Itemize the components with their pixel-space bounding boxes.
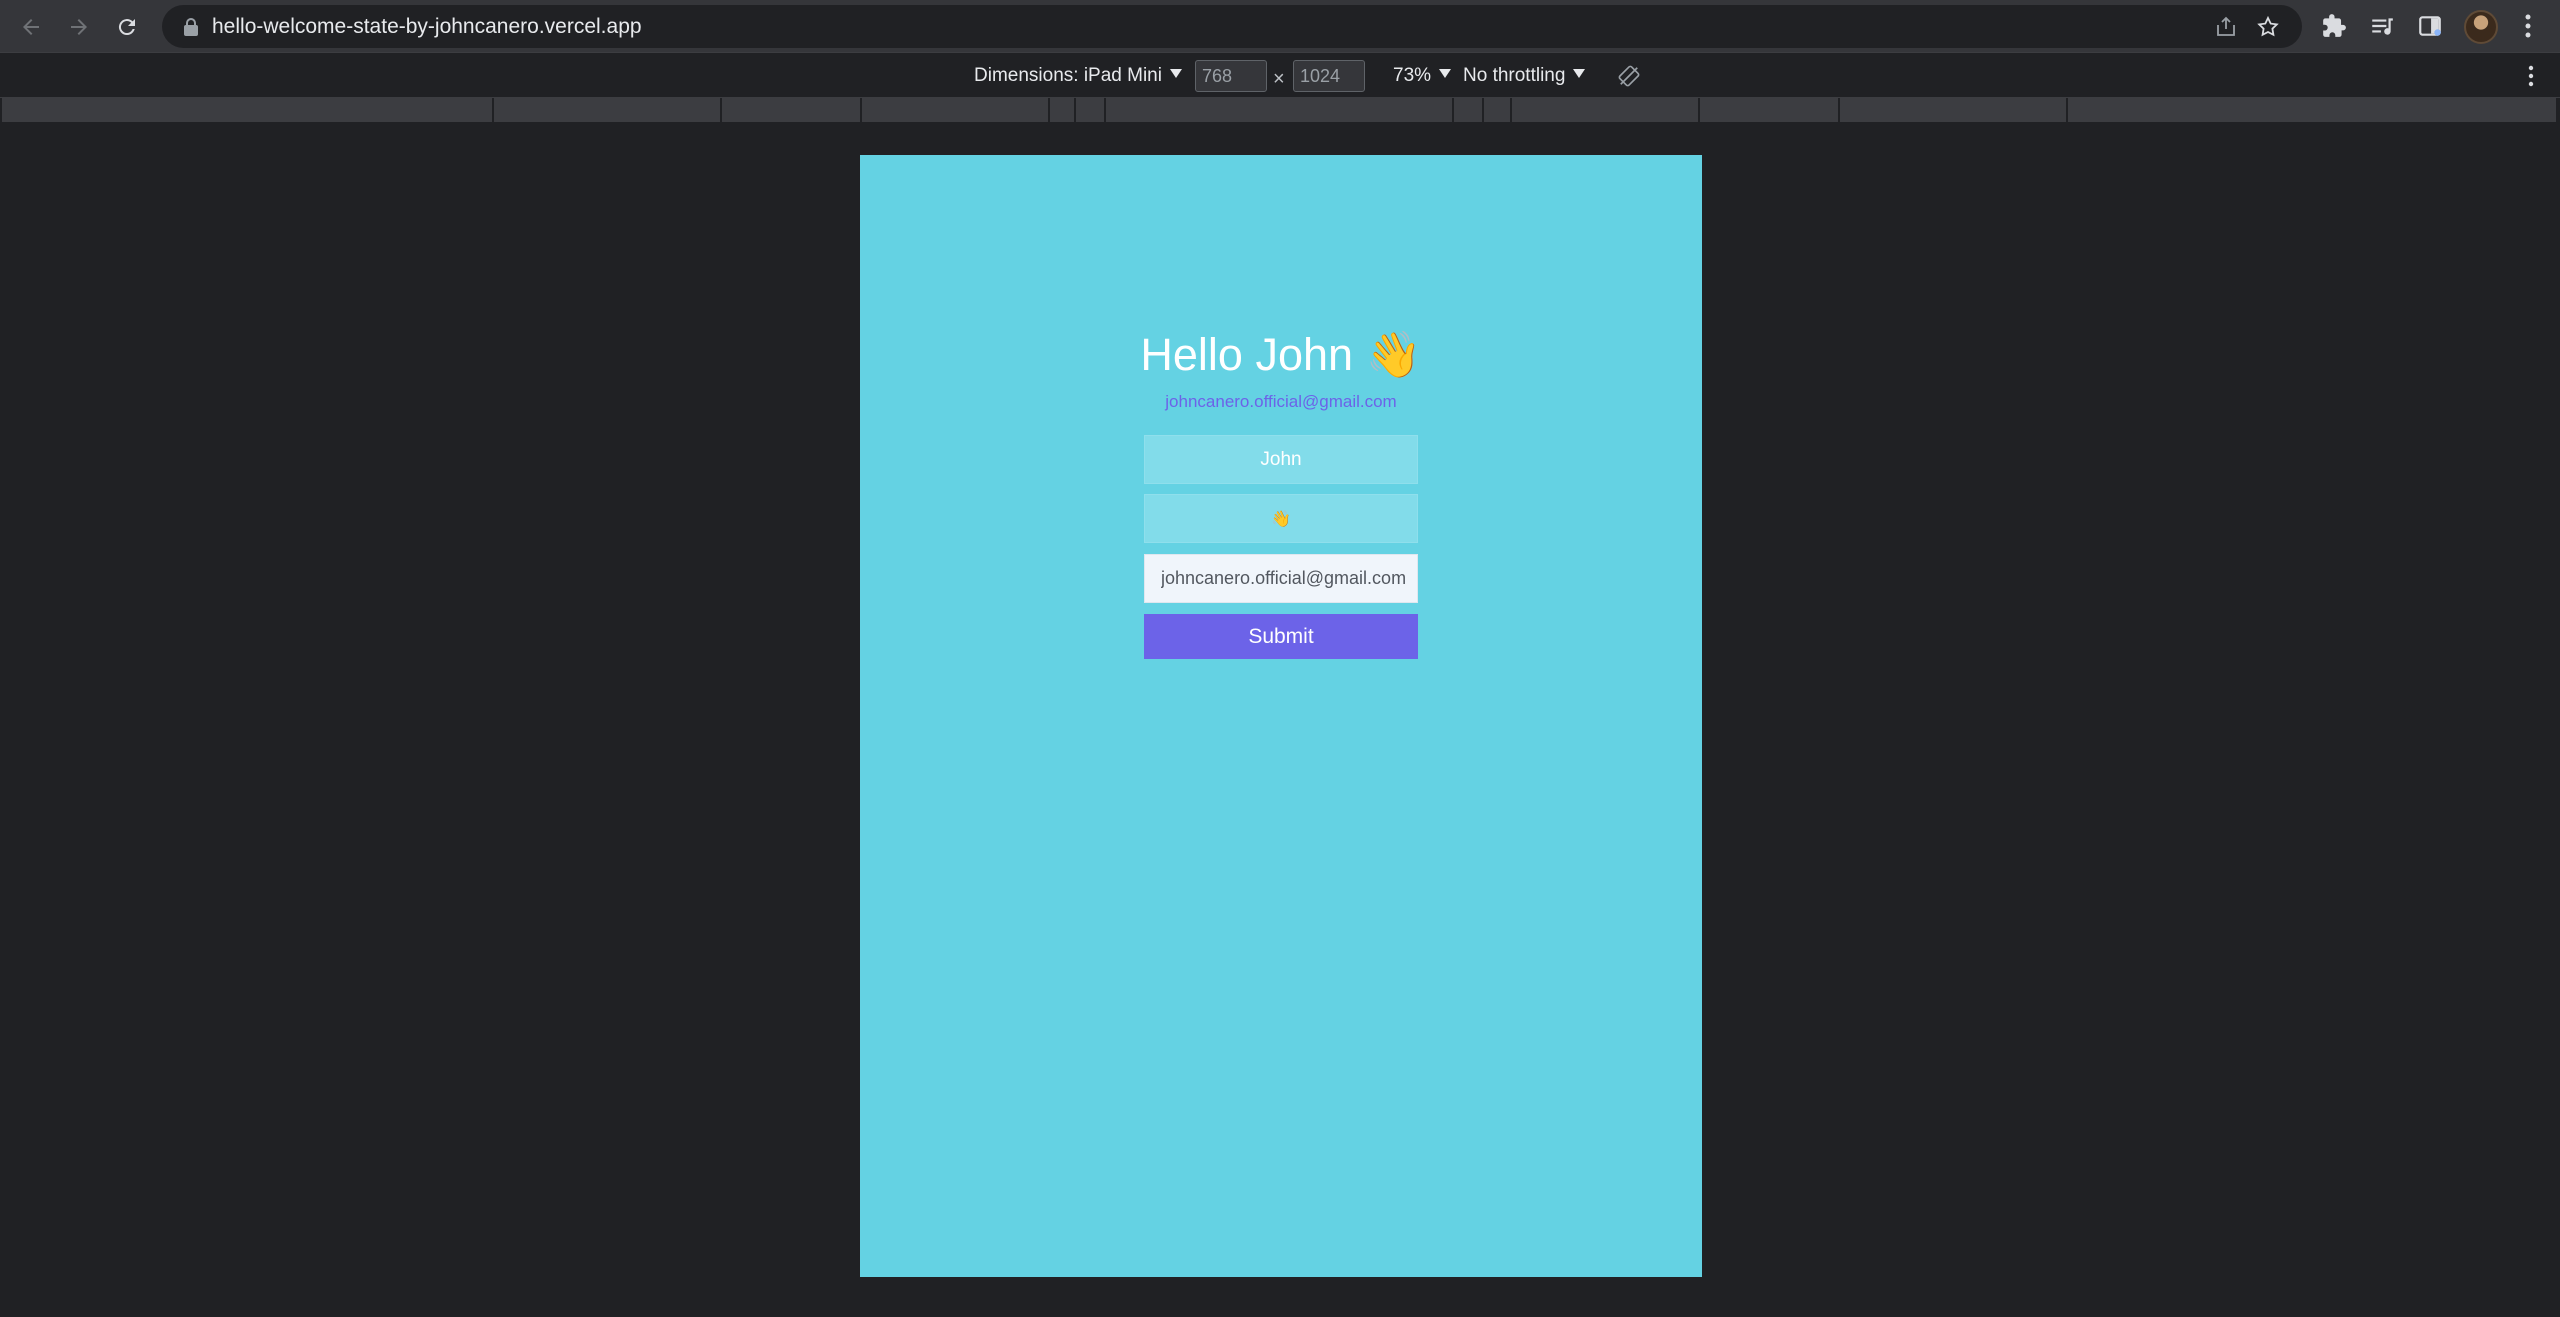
width-input[interactable] <box>1195 60 1267 92</box>
media-query-segment[interactable] <box>862 98 1050 122</box>
device-selector[interactable]: Dimensions: iPad Mini <box>974 54 1182 98</box>
device-selector-label: Dimensions: iPad Mini <box>974 65 1162 86</box>
address-bar[interactable]: hello-welcome-state-by-johncanero.vercel… <box>162 5 2302 48</box>
rotate-icon[interactable] <box>1618 65 1640 87</box>
email-input[interactable] <box>1144 554 1418 603</box>
wave-emoji-icon: 👋 <box>1365 329 1422 380</box>
media-query-segment[interactable] <box>1512 98 1700 122</box>
media-query-segment[interactable] <box>1454 98 1484 122</box>
media-query-segment[interactable] <box>1050 98 1076 122</box>
name-input[interactable] <box>1144 435 1418 484</box>
share-icon[interactable] <box>2214 15 2238 39</box>
caret-down-icon <box>1439 69 1452 78</box>
caret-down-icon <box>1573 69 1586 78</box>
device-toolbar: Dimensions: iPad Mini × 73% No throttlin… <box>0 54 2560 98</box>
star-icon[interactable] <box>2256 15 2280 39</box>
forward-button[interactable] <box>60 8 98 46</box>
caret-down-icon <box>1169 69 1182 78</box>
media-query-segment[interactable] <box>722 98 862 122</box>
arrow-left-icon <box>23 19 39 35</box>
email-display: johncanero.official@gmail.com <box>1165 392 1397 411</box>
dimension-separator: × <box>1273 68 1285 90</box>
profile-avatar[interactable] <box>2464 10 2498 44</box>
media-query-segment[interactable] <box>1076 98 1106 122</box>
lock-icon <box>184 18 198 36</box>
media-query-segment[interactable] <box>1484 98 1512 122</box>
url-text: hello-welcome-state-by-johncanero.vercel… <box>212 15 642 38</box>
media-control-button[interactable] <box>2368 12 2396 40</box>
submit-button[interactable]: Submit <box>1144 614 1418 659</box>
device-viewport: Hello John 👋 johncanero.official@gmail.c… <box>860 155 1702 1277</box>
browser-toolbar: hello-welcome-state-by-johncanero.vercel… <box>0 0 2560 53</box>
media-query-segment[interactable] <box>494 98 722 122</box>
puzzle-icon <box>2323 14 2346 37</box>
media-query-segment[interactable] <box>1840 98 2068 122</box>
media-query-segment[interactable] <box>2 98 494 122</box>
side-panel-icon <box>2419 16 2441 36</box>
emoji-input[interactable] <box>1144 494 1418 543</box>
media-query-bar <box>0 98 2560 124</box>
arrow-right-icon <box>71 19 87 35</box>
media-query-segment[interactable] <box>2068 98 2558 122</box>
reload-button[interactable] <box>108 8 146 46</box>
zoom-selector[interactable]: 73% <box>1393 54 1452 98</box>
height-input[interactable] <box>1293 60 1365 92</box>
zoom-label: 73% <box>1393 65 1432 86</box>
throttling-selector[interactable]: No throttling <box>1463 54 1586 98</box>
back-button[interactable] <box>12 8 50 46</box>
extensions-button[interactable] <box>2320 12 2348 40</box>
media-queue-icon <box>2372 18 2393 35</box>
kebab-menu-icon <box>2525 14 2531 38</box>
reload-icon <box>118 19 135 36</box>
media-query-segment[interactable] <box>1106 98 1454 122</box>
throttling-label: No throttling <box>1463 65 1566 86</box>
media-query-segment[interactable] <box>1700 98 1840 122</box>
device-toolbar-menu-icon[interactable] <box>2526 64 2536 88</box>
greeting-heading: Hello John 👋 <box>860 327 1702 383</box>
browser-menu-button[interactable] <box>2514 12 2542 40</box>
side-panel-button[interactable] <box>2416 12 2444 40</box>
greeting-text: Hello John <box>1140 329 1354 380</box>
